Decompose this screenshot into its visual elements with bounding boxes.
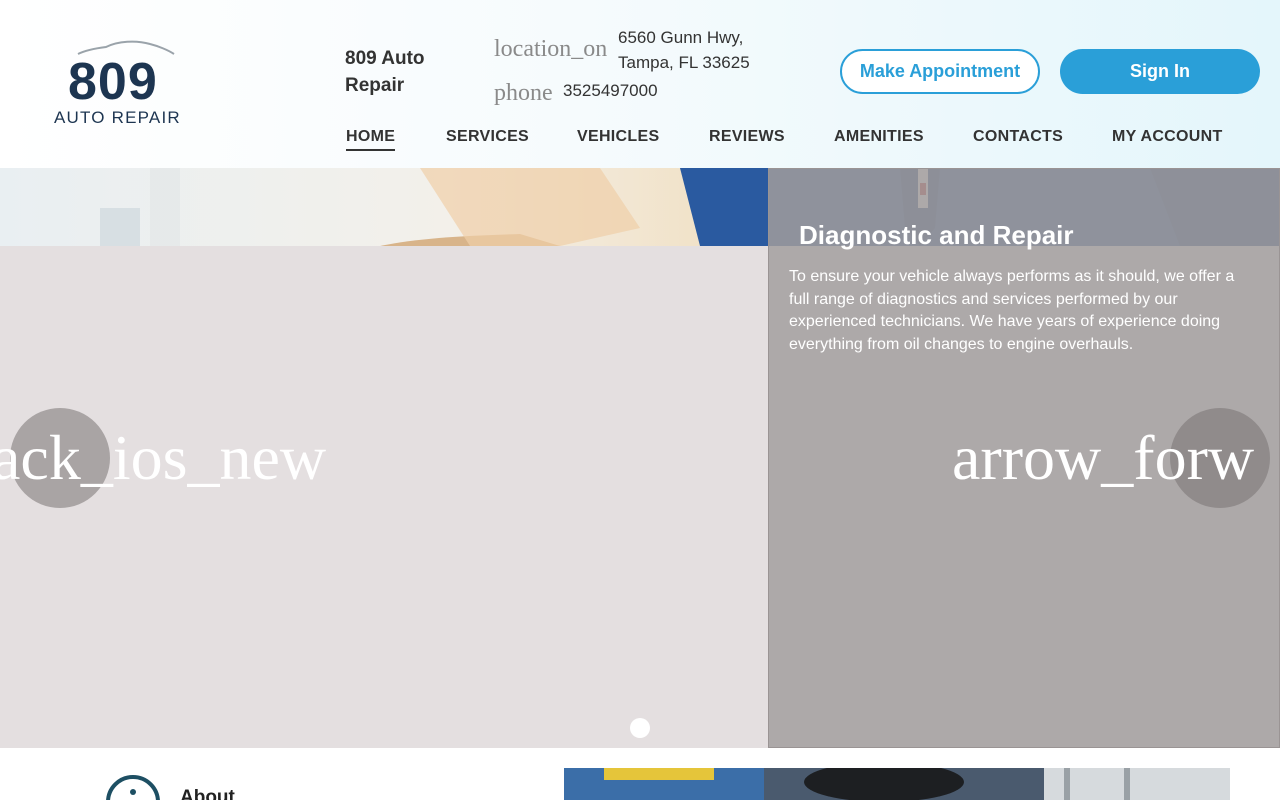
logo-number: 809 [68,53,158,111]
about-heading: About [180,787,235,800]
address-line2: Tampa, FL 33625 [618,53,750,72]
hero-slider: Diagnostic and Repair To ensure your veh… [0,168,1280,748]
logo-subtitle: AUTO REPAIR [54,108,181,127]
location-icon: location_on [494,36,608,62]
slide-left-panel [0,246,768,748]
phone-icon: phone [494,80,553,106]
address-line1: 6560 Gunn Hwy, [618,28,744,47]
nav-services[interactable]: SERVICES [446,128,529,149]
site-header: 809 AUTO REPAIR 809 Auto Repair location… [0,0,1280,168]
arrow-forward-icon[interactable]: arrow_forw [952,423,1280,493]
slide-description: To ensure your vehicle always performs a… [789,268,1235,353]
nav-my-account[interactable]: MY ACCOUNT [1112,128,1223,149]
nav-vehicles[interactable]: VEHICLES [577,128,659,149]
phone-number[interactable]: 3525497000 [563,81,658,101]
sign-in-button[interactable]: Sign In [1060,49,1260,94]
business-name: 809 Auto Repair [345,48,425,96]
nav-contacts[interactable]: CONTACTS [973,128,1063,149]
arrow-back-icon[interactable]: ack_ios_new [0,423,372,493]
slide-title: Diagnostic and Repair [799,220,1074,250]
logo[interactable]: 809 AUTO REPAIR [52,40,192,130]
nav-amenities[interactable]: AMENITIES [834,128,924,149]
nav-reviews[interactable]: REVIEWS [709,128,785,149]
garage-photo [564,768,1230,800]
make-appointment-button[interactable]: Make Appointment [840,49,1040,94]
info-icon [106,775,160,800]
slider-dot[interactable] [630,718,650,738]
nav-home[interactable]: HOME [346,128,396,151]
address: 6560 Gunn Hwy, Tampa, FL 33625 [618,25,750,75]
